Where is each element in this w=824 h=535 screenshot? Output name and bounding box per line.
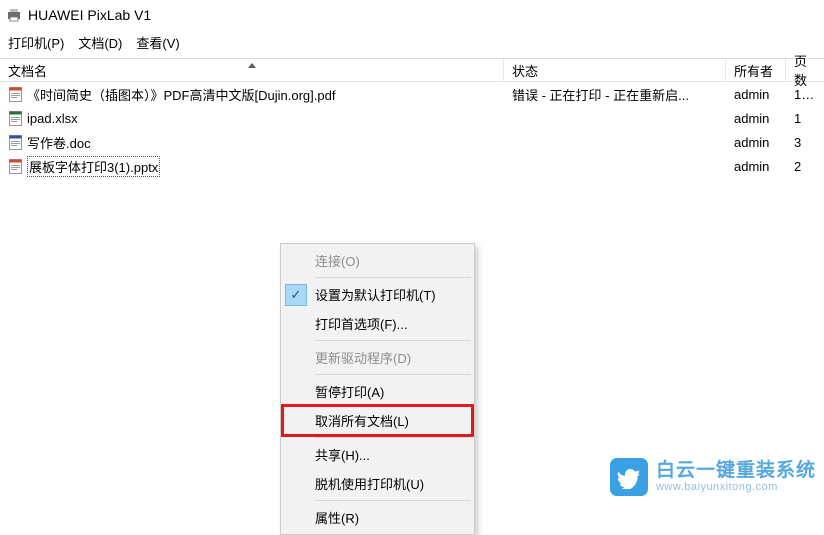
file-icon [8, 135, 23, 150]
print-queue-list: 《时间简史（插图本）》PDF高清中文版[Dujin.org].pdf 错误 - 正… [0, 82, 824, 178]
table-row[interactable]: 展板字体打印3(1).pptx admin2 [0, 154, 824, 178]
cell-document: ipad.xlsx [0, 111, 504, 126]
watermark: 白云一键重装系统 www.baiyunxitong.com [610, 458, 816, 496]
file-icon [8, 159, 23, 174]
menu-item-set-default[interactable]: ✓ 设置为默认打印机(T) [283, 280, 472, 309]
column-header-status[interactable]: 状态 [504, 59, 726, 81]
file-name-label: 写作卷.doc [27, 133, 91, 152]
menu-separator [315, 437, 471, 438]
column-header-owner-label: 所有者 [734, 61, 773, 80]
file-name-label: 展板字体打印3(1).pptx [27, 156, 160, 177]
column-header-status-label: 状态 [512, 61, 538, 80]
watermark-logo-icon [610, 458, 648, 496]
sort-ascending-icon [248, 63, 256, 68]
cell-status: 错误 - 正在打印 - 正在重新启... [504, 85, 726, 104]
table-row[interactable]: 《时间简史（插图本）》PDF高清中文版[Dujin.org].pdf 错误 - 正… [0, 82, 824, 106]
watermark-url: www.baiyunxitong.com [656, 481, 816, 493]
watermark-title: 白云一键重装系统 [656, 461, 816, 482]
table-row[interactable]: ipad.xlsx admin1 [0, 106, 824, 130]
menu-separator [315, 374, 471, 375]
cell-document: 写作卷.doc [0, 133, 504, 152]
cell-document: 《时间简史（插图本）》PDF高清中文版[Dujin.org].pdf [0, 85, 504, 104]
column-header-pages[interactable]: 页数 [786, 59, 824, 81]
column-header-owner[interactable]: 所有者 [726, 59, 786, 81]
menu-item-share[interactable]: 共享(H)... [283, 440, 472, 469]
cell-owner: admin [726, 111, 786, 126]
context-menu: 连接(O) ✓ 设置为默认打印机(T) 打印首选项(F)... 更新驱动程序(D… [280, 243, 475, 535]
column-header-pages-label: 页数 [794, 51, 816, 89]
menu-item-cancel-all[interactable]: 取消所有文档(L) [283, 406, 472, 435]
file-icon [8, 87, 23, 102]
menu-item-properties[interactable]: 属性(R) [283, 503, 472, 532]
menu-item-update-driver: 更新驱动程序(D) [283, 343, 472, 372]
cell-pages: 1 [786, 111, 824, 126]
cell-owner: admin [726, 135, 786, 150]
menu-view[interactable]: 查看(V) [136, 33, 179, 52]
window-title: HUAWEI PixLab V1 [28, 7, 151, 23]
cell-pages: 2 [786, 159, 824, 174]
menu-separator [315, 500, 471, 501]
file-name-label: ipad.xlsx [27, 111, 78, 126]
file-name-label: 《时间简史（插图本）》PDF高清中文版[Dujin.org].pdf [27, 85, 335, 104]
column-header-document[interactable]: 文档名 [0, 59, 504, 81]
menu-item-connect: 连接(O) [283, 246, 472, 275]
column-header-document-label: 文档名 [8, 61, 47, 80]
column-header-row: 文档名 状态 所有者 页数 [0, 58, 824, 82]
cell-owner: admin [726, 159, 786, 174]
table-row[interactable]: 写作卷.doc admin3 [0, 130, 824, 154]
menu-item-pause[interactable]: 暂停打印(A) [283, 377, 472, 406]
menu-document[interactable]: 文档(D) [78, 33, 122, 52]
menu-separator [315, 277, 471, 278]
menu-printer[interactable]: 打印机(P) [8, 33, 64, 52]
menubar: 打印机(P) 文档(D) 查看(V) [0, 27, 824, 58]
cell-document: 展板字体打印3(1).pptx [0, 156, 504, 177]
menu-item-offline[interactable]: 脱机使用打印机(U) [283, 469, 472, 498]
cell-pages: 3 [786, 135, 824, 150]
file-icon [8, 111, 23, 126]
checkmark-icon: ✓ [285, 284, 307, 306]
menu-item-preferences[interactable]: 打印首选项(F)... [283, 309, 472, 338]
menu-separator [315, 340, 471, 341]
titlebar: HUAWEI PixLab V1 [0, 0, 824, 27]
printer-icon [6, 8, 22, 22]
cell-owner: admin [726, 87, 786, 102]
